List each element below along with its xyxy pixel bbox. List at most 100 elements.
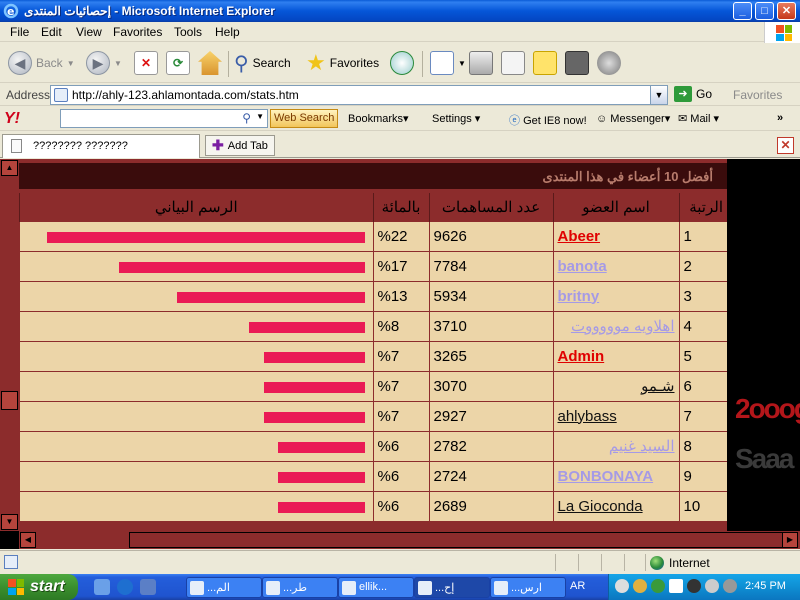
- window-icon: [342, 581, 356, 595]
- stop-button[interactable]: ✕: [134, 49, 158, 77]
- yahoo-logo[interactable]: Y!: [4, 110, 20, 128]
- forward-button[interactable]: ▶ ▼: [86, 49, 122, 77]
- member-link[interactable]: BONBONAYA: [558, 468, 654, 485]
- tray-volume-icon[interactable]: [705, 579, 719, 593]
- svg-text:e: e: [7, 5, 14, 18]
- search-button[interactable]: ⚲ Search: [234, 49, 291, 77]
- horizontal-scrollbar[interactable]: ◀ ▶: [19, 531, 800, 549]
- member-link[interactable]: Admin: [558, 348, 605, 365]
- post-count-cell: 2927: [428, 400, 553, 432]
- close-tab-button[interactable]: ✕: [777, 137, 794, 154]
- back-button[interactable]: ◀ Back ▼: [8, 49, 75, 77]
- windows-logo-icon: [764, 22, 800, 44]
- chart-cell: [19, 310, 373, 342]
- post-count-cell: 3070: [428, 370, 553, 402]
- quicklaunch-ie-icon[interactable]: [117, 579, 133, 595]
- member-link[interactable]: britny: [558, 288, 600, 305]
- more-chevron-icon[interactable]: »: [777, 112, 783, 124]
- discuss-button[interactable]: [533, 49, 557, 77]
- research-button[interactable]: [565, 49, 589, 77]
- search-icon[interactable]: ⚲: [242, 111, 251, 125]
- member-link[interactable]: La Gioconda: [558, 498, 643, 515]
- vertical-scrollbar[interactable]: ▲ ▼: [0, 159, 19, 531]
- settings-button[interactable]: Settings ▾: [432, 112, 480, 125]
- member-link[interactable]: السيد غنيم: [609, 438, 675, 455]
- menu-favorites[interactable]: Favorites: [113, 25, 162, 39]
- tray-messenger-icon[interactable]: [615, 579, 629, 593]
- taskbar: start ...الم ...طر ellik... ...إح ...ارس AR …: [0, 574, 800, 600]
- address-input[interactable]: http://ahly-123.ahlamontada.com/stats.ht…: [50, 85, 668, 105]
- rank-cell: 2: [678, 250, 727, 282]
- home-button[interactable]: [198, 49, 222, 77]
- scroll-thumb[interactable]: [1, 391, 18, 410]
- scroll-thumb-horizontal[interactable]: [129, 532, 784, 548]
- web-search-button[interactable]: Web Search: [270, 109, 339, 128]
- start-button[interactable]: start: [0, 574, 78, 600]
- scroll-left-arrow-icon[interactable]: ◀: [20, 532, 36, 548]
- messenger-menu[interactable]: ☺ Messenger▾: [596, 112, 670, 125]
- header-rank: الرتبة: [678, 193, 727, 221]
- go-button[interactable]: ➜ Go: [674, 86, 712, 102]
- mail-icon: [430, 51, 454, 75]
- member-link[interactable]: banota: [558, 258, 607, 275]
- side-banner: 2ooog Saaa: [727, 159, 800, 531]
- maximize-button[interactable]: □: [755, 2, 774, 20]
- clock[interactable]: 2:45 PM: [745, 580, 786, 592]
- history-button[interactable]: [390, 49, 414, 77]
- page-icon: [11, 139, 22, 153]
- member-name-cell: ahlybass: [552, 400, 679, 432]
- tray-play-icon[interactable]: [669, 579, 683, 593]
- member-link[interactable]: ahlybass: [558, 408, 617, 425]
- quicklaunch-desktop-icon[interactable]: [94, 579, 110, 595]
- tab-current[interactable]: ???????? ???????: [2, 134, 200, 158]
- menu-tools[interactable]: Tools: [174, 25, 202, 39]
- scroll-right-arrow-icon[interactable]: ▶: [782, 532, 798, 548]
- address-url[interactable]: http://ahly-123.ahlamontada.com/stats.ht…: [72, 88, 299, 102]
- taskbar-button[interactable]: ...ارس: [490, 577, 566, 598]
- menu-edit[interactable]: Edit: [41, 25, 62, 39]
- favorites-button[interactable]: ★ Favorites: [306, 49, 379, 77]
- scroll-up-arrow-icon[interactable]: ▲: [1, 160, 18, 176]
- window-titlebar[interactable]: e إحصائيات المنتدى - Microsoft Internet …: [0, 0, 800, 22]
- chevron-down-icon[interactable]: ▼: [256, 112, 264, 121]
- member-link[interactable]: شـمو: [641, 378, 674, 395]
- member-name-cell: السيد غنيم: [552, 430, 679, 462]
- member-name-cell: Abeer: [552, 220, 679, 252]
- language-indicator[interactable]: AR: [570, 580, 585, 592]
- messenger-button[interactable]: [597, 49, 621, 77]
- yahoo-search-input[interactable]: ⚲ ▼: [60, 109, 268, 128]
- add-tab-button[interactable]: ✚ Add Tab: [205, 135, 275, 156]
- bookmarks-button[interactable]: Bookmarks▾: [348, 112, 409, 125]
- history-icon: [390, 51, 414, 75]
- edit-button[interactable]: [501, 49, 525, 77]
- quicklaunch-app-icon[interactable]: [140, 579, 156, 595]
- taskbar-button[interactable]: ...إح: [414, 577, 490, 598]
- percent-bar: [263, 381, 365, 393]
- rank-cell: 3: [678, 280, 727, 312]
- tray-security-icon[interactable]: [723, 579, 737, 593]
- taskbar-button[interactable]: ellik...: [338, 577, 414, 598]
- close-window-button[interactable]: ✕: [777, 2, 796, 20]
- member-link[interactable]: اهلاويه موووووت: [571, 318, 675, 335]
- tray-audio-icon[interactable]: [687, 579, 701, 593]
- favorites-links-label[interactable]: Favorites: [733, 88, 782, 102]
- scroll-down-arrow-icon[interactable]: ▼: [1, 514, 18, 530]
- chevron-down-icon[interactable]: ▼: [650, 86, 667, 104]
- print-button[interactable]: [469, 49, 493, 77]
- chart-cell: [19, 340, 373, 372]
- menu-help[interactable]: Help: [215, 25, 240, 39]
- tray-app-icon[interactable]: [633, 579, 647, 593]
- mail-menu[interactable]: ✉ Mail ▾: [678, 112, 719, 125]
- post-count-cell: 2724: [428, 460, 553, 492]
- mail-button[interactable]: ▼: [430, 49, 466, 77]
- menu-view[interactable]: View: [76, 25, 102, 39]
- minimize-button[interactable]: _: [733, 2, 752, 20]
- refresh-button[interactable]: ⟳: [166, 49, 190, 77]
- get-ie8-link[interactable]: ⓔ Get IE8 now!: [509, 112, 587, 128]
- menu-file[interactable]: File: [10, 25, 29, 39]
- tray-network-icon[interactable]: [651, 579, 665, 593]
- taskbar-button[interactable]: ...طر: [262, 577, 338, 598]
- table-row: 7 ahlybass 2927 %7: [19, 400, 727, 432]
- member-link[interactable]: Abeer: [558, 228, 601, 245]
- taskbar-button[interactable]: ...الم: [186, 577, 262, 598]
